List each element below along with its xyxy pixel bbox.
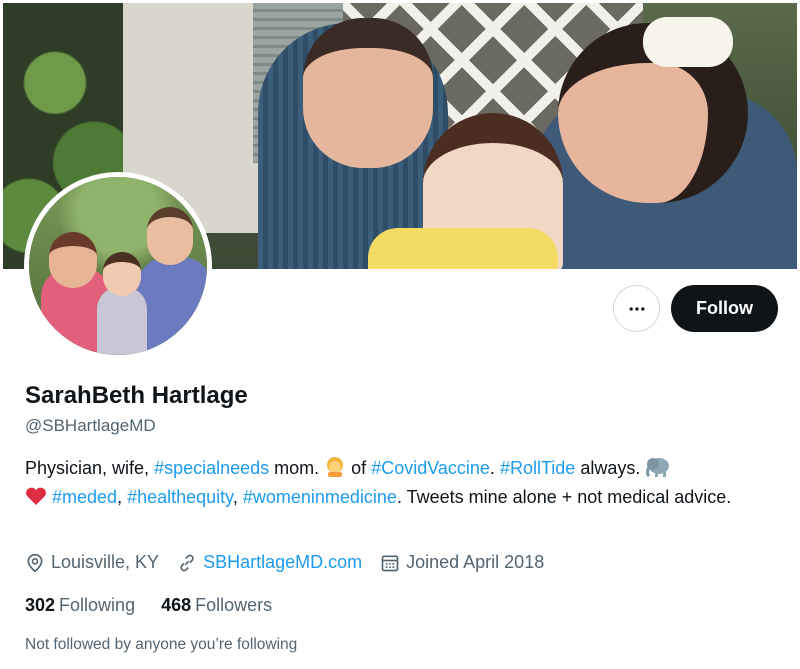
bio-text: always. [575, 458, 646, 478]
avatar-person-2-head [103, 252, 141, 296]
bio-text: , [117, 487, 128, 507]
hashtag-link[interactable]: #specialneeds [154, 458, 269, 478]
follow-button[interactable]: Follow [671, 285, 778, 332]
display-name: SarahBeth Hartlage [25, 382, 248, 409]
red-heart-emoji-icon [25, 486, 47, 513]
banner-child-shirt [368, 228, 558, 269]
avatar-person-3-head [147, 207, 193, 265]
elephant-emoji-icon [645, 455, 671, 484]
followers-count-link[interactable]: 468 Followers [161, 595, 272, 616]
hashtag-link[interactable]: #womeninmedicine [243, 487, 397, 507]
profile-joined: Joined April 2018 [380, 552, 544, 573]
bio-text: mom. [269, 458, 325, 478]
hashtag-link[interactable]: #RollTide [500, 458, 575, 478]
profile-bio: Physician, wife, #specialneeds mom. of #… [25, 455, 765, 513]
hashtag-link[interactable]: #meded [52, 487, 117, 507]
person-emoji-icon [324, 455, 346, 484]
following-count: 302 [25, 595, 56, 615]
following-count-link[interactable]: 302 Following [25, 595, 135, 616]
avatar-person-2 [97, 287, 147, 355]
calendar-icon [381, 555, 399, 571]
follow-counts: 302 Following 468 Followers [25, 595, 298, 616]
joined-text: Joined April 2018 [406, 552, 545, 572]
avatar-person-1-head [49, 232, 97, 288]
bio-text: , [232, 487, 243, 507]
user-handle: @SBHartlageMD [25, 416, 156, 435]
hashtag-link[interactable]: #CovidVaccine [371, 458, 490, 478]
followers-count: 468 [161, 595, 192, 615]
mutuals-note: Not followed by anyone you’re following [25, 636, 298, 653]
bio-text: . [489, 458, 500, 478]
banner-hair-bow [643, 17, 733, 67]
avatar[interactable] [24, 172, 212, 360]
banner-person-man-head [303, 18, 433, 168]
following-label: Following [59, 595, 136, 615]
bio-text: . Tweets mine alone + not medical advice… [396, 487, 732, 507]
location-text: Louisville, KY [51, 552, 160, 572]
bio-text: of [346, 458, 372, 478]
profile-location: Louisville, KY [25, 552, 159, 573]
more-options-button[interactable] [613, 285, 660, 332]
bio-text: Physician, wife, [25, 458, 155, 478]
profile-website[interactable]: SBHartlageMD.com [177, 552, 362, 573]
location-pin-icon [27, 553, 43, 572]
avatar-person-3 [137, 257, 207, 355]
profile-meta: Louisville, KY SBHartlageMD.com Joined A… [25, 552, 562, 573]
followers-label: Followers [195, 595, 273, 615]
hashtag-link[interactable]: #healthequity [127, 487, 233, 507]
link-icon [180, 554, 194, 571]
more-horizontal-icon [629, 306, 644, 311]
website-link[interactable]: SBHartlageMD.com [203, 552, 362, 573]
